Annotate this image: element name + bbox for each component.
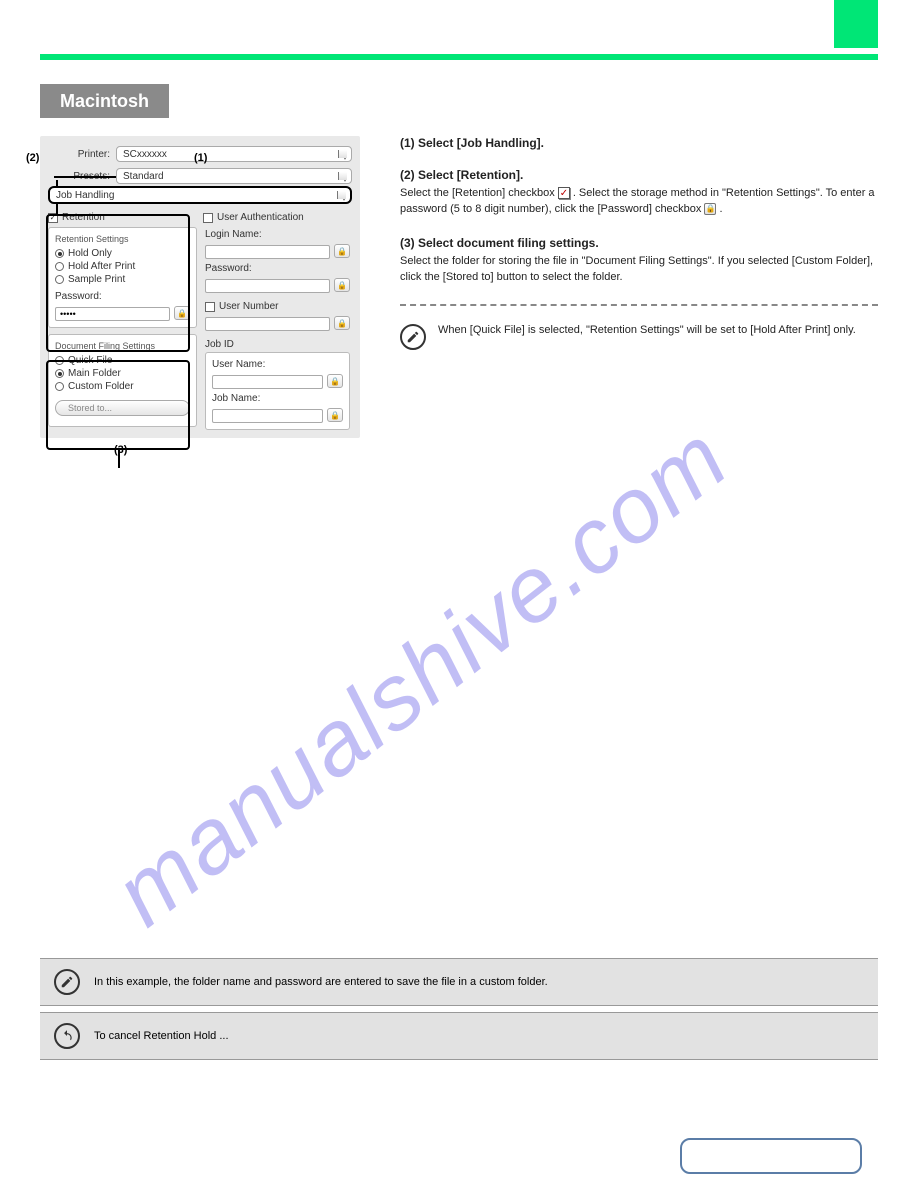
ua-password-label: Password: bbox=[205, 263, 350, 274]
userauth-title: User Authentication bbox=[217, 212, 304, 223]
lock-icon[interactable]: 🔒 bbox=[334, 278, 350, 292]
printer-value: SCxxxxxx bbox=[123, 149, 167, 160]
printer-select[interactable]: SCxxxxxx ▴▾ bbox=[116, 146, 352, 162]
marker-1: (1) bbox=[194, 152, 207, 164]
userauth-head[interactable]: User Authentication bbox=[203, 212, 352, 223]
checked-checkbox-icon bbox=[558, 187, 570, 199]
marker-2: (2) bbox=[26, 152, 39, 164]
username-input[interactable] bbox=[212, 375, 323, 389]
header-accent-tab bbox=[834, 0, 878, 48]
instructions-column: (1) Select [Job Handling]. (2) Select [R… bbox=[400, 136, 878, 350]
radio-holdonly[interactable]: Hold Only bbox=[55, 248, 190, 259]
pencil-icon bbox=[400, 324, 426, 350]
step-3-body: Select the folder for storing the file i… bbox=[400, 254, 878, 286]
platform-badge: Macintosh bbox=[40, 84, 169, 118]
radio-label: Sample Print bbox=[68, 274, 125, 285]
retention-checkbox[interactable] bbox=[48, 213, 58, 223]
radio-label: Hold Only bbox=[68, 248, 112, 259]
jobname-label: Job Name: bbox=[212, 393, 343, 404]
step-2-title: (2) Select [Retention]. bbox=[400, 168, 878, 182]
usernumber-title: User Number bbox=[219, 301, 278, 312]
userauth-checkbox[interactable] bbox=[203, 213, 213, 223]
inline-note: When [Quick File] is selected, "Retentio… bbox=[400, 324, 878, 350]
loginname-input[interactable] bbox=[205, 245, 330, 259]
radio-dot-icon bbox=[55, 369, 64, 378]
radio-dot-icon bbox=[55, 262, 64, 271]
retention-head[interactable]: Retention bbox=[48, 212, 197, 223]
footer-note-2-text: To cancel Retention Hold ... bbox=[94, 1030, 229, 1042]
footer-notes: In this example, the folder name and pas… bbox=[40, 958, 878, 1060]
marker-3: (3) bbox=[114, 444, 127, 456]
lock-icon[interactable]: 🔒 bbox=[174, 306, 190, 320]
step-3-title: (3) Select document filing settings. bbox=[400, 236, 878, 250]
username-label: User Name: bbox=[212, 359, 343, 370]
password-input[interactable]: ••••• bbox=[55, 307, 170, 321]
page-header bbox=[40, 12, 878, 60]
print-dialog-wrap: Printer: SCxxxxxx▴▾ Presets: Standard▴▾ … bbox=[40, 136, 360, 438]
lock-icon[interactable]: 🔒 bbox=[334, 244, 350, 258]
caret-icon: ▴▾ bbox=[342, 190, 346, 202]
jobid-box: User Name: 🔒 Job Name: 🔒 bbox=[205, 352, 350, 430]
storedto-button[interactable]: Stored to... bbox=[55, 400, 190, 416]
dashed-divider bbox=[400, 304, 878, 306]
footer-note-2: To cancel Retention Hold ... bbox=[40, 1012, 878, 1060]
content-area: Macintosh Printer: SCxxxxxx▴▾ Presets: S… bbox=[40, 84, 878, 438]
radio-label: Custom Folder bbox=[68, 381, 134, 392]
loginname-label: Login Name: bbox=[205, 229, 350, 240]
header-accent-line bbox=[40, 54, 878, 60]
footer-note-1-text: In this example, the folder name and pas… bbox=[94, 976, 548, 988]
radio-dot-icon bbox=[55, 382, 64, 391]
presets-value: Standard bbox=[123, 171, 164, 182]
password-label: Password: bbox=[55, 291, 190, 302]
jobid-title: Job ID bbox=[205, 339, 350, 350]
docfile-title: Document Filing Settings bbox=[55, 341, 190, 351]
radio-sample[interactable]: Sample Print bbox=[55, 274, 190, 285]
retention-title: Retention bbox=[62, 212, 105, 223]
radio-dot-icon bbox=[55, 249, 64, 258]
footer-note-1: In this example, the folder name and pas… bbox=[40, 958, 878, 1006]
pencil-icon bbox=[54, 969, 80, 995]
print-dialog: Printer: SCxxxxxx▴▾ Presets: Standard▴▾ … bbox=[40, 136, 360, 438]
back-icon bbox=[54, 1023, 80, 1049]
contents-button[interactable] bbox=[680, 1138, 862, 1174]
step-1: (1) Select [Job Handling]. bbox=[400, 136, 878, 150]
lock-icon[interactable]: 🔒 bbox=[334, 316, 350, 330]
usernumber-input[interactable] bbox=[205, 317, 330, 331]
printer-label: Printer: bbox=[48, 149, 110, 160]
lock-icon[interactable]: 🔒 bbox=[327, 408, 343, 422]
usernumber-checkbox[interactable] bbox=[205, 302, 215, 312]
radio-mainfolder[interactable]: Main Folder bbox=[55, 368, 190, 379]
radio-dot-icon bbox=[55, 356, 64, 365]
step-1-title: (1) Select [Job Handling]. bbox=[400, 136, 878, 150]
step-2: (2) Select [Retention]. Select the [Rete… bbox=[400, 168, 878, 218]
radio-customfolder[interactable]: Custom Folder bbox=[55, 381, 190, 392]
radio-quickfile[interactable]: Quick File bbox=[55, 355, 190, 366]
caret-icon: ▴▾ bbox=[343, 149, 347, 161]
retention-settings-label: Retention Settings bbox=[55, 234, 190, 244]
retention-box: Retention Settings Hold Only Hold After … bbox=[48, 227, 197, 328]
inline-note-text: When [Quick File] is selected, "Retentio… bbox=[438, 324, 856, 336]
jobname-input[interactable] bbox=[212, 409, 323, 423]
radio-dot-icon bbox=[55, 275, 64, 284]
password-value: ••••• bbox=[60, 309, 76, 319]
docfile-box: Document Filing Settings Quick File Main… bbox=[48, 334, 197, 427]
radio-label: Main Folder bbox=[68, 368, 121, 379]
lock-icon[interactable]: 🔒 bbox=[327, 374, 343, 388]
presets-select[interactable]: Standard ▴▾ bbox=[116, 168, 352, 184]
caret-icon: ▴▾ bbox=[343, 171, 347, 183]
step-3: (3) Select document filing settings. Sel… bbox=[400, 236, 878, 286]
lock-icon: 🔒 bbox=[704, 203, 716, 215]
watermark: manualshive.com bbox=[95, 405, 747, 947]
section-select-jobhandling[interactable]: Job Handling ▴▾ bbox=[48, 186, 352, 204]
radio-holdafter[interactable]: Hold After Print bbox=[55, 261, 190, 272]
step-2-body: Select the [Retention] checkbox . Select… bbox=[400, 186, 878, 218]
ua-password-input[interactable] bbox=[205, 279, 330, 293]
radio-label: Hold After Print bbox=[68, 261, 135, 272]
radio-label: Quick File bbox=[68, 355, 112, 366]
section-select-value: Job Handling bbox=[56, 190, 114, 201]
